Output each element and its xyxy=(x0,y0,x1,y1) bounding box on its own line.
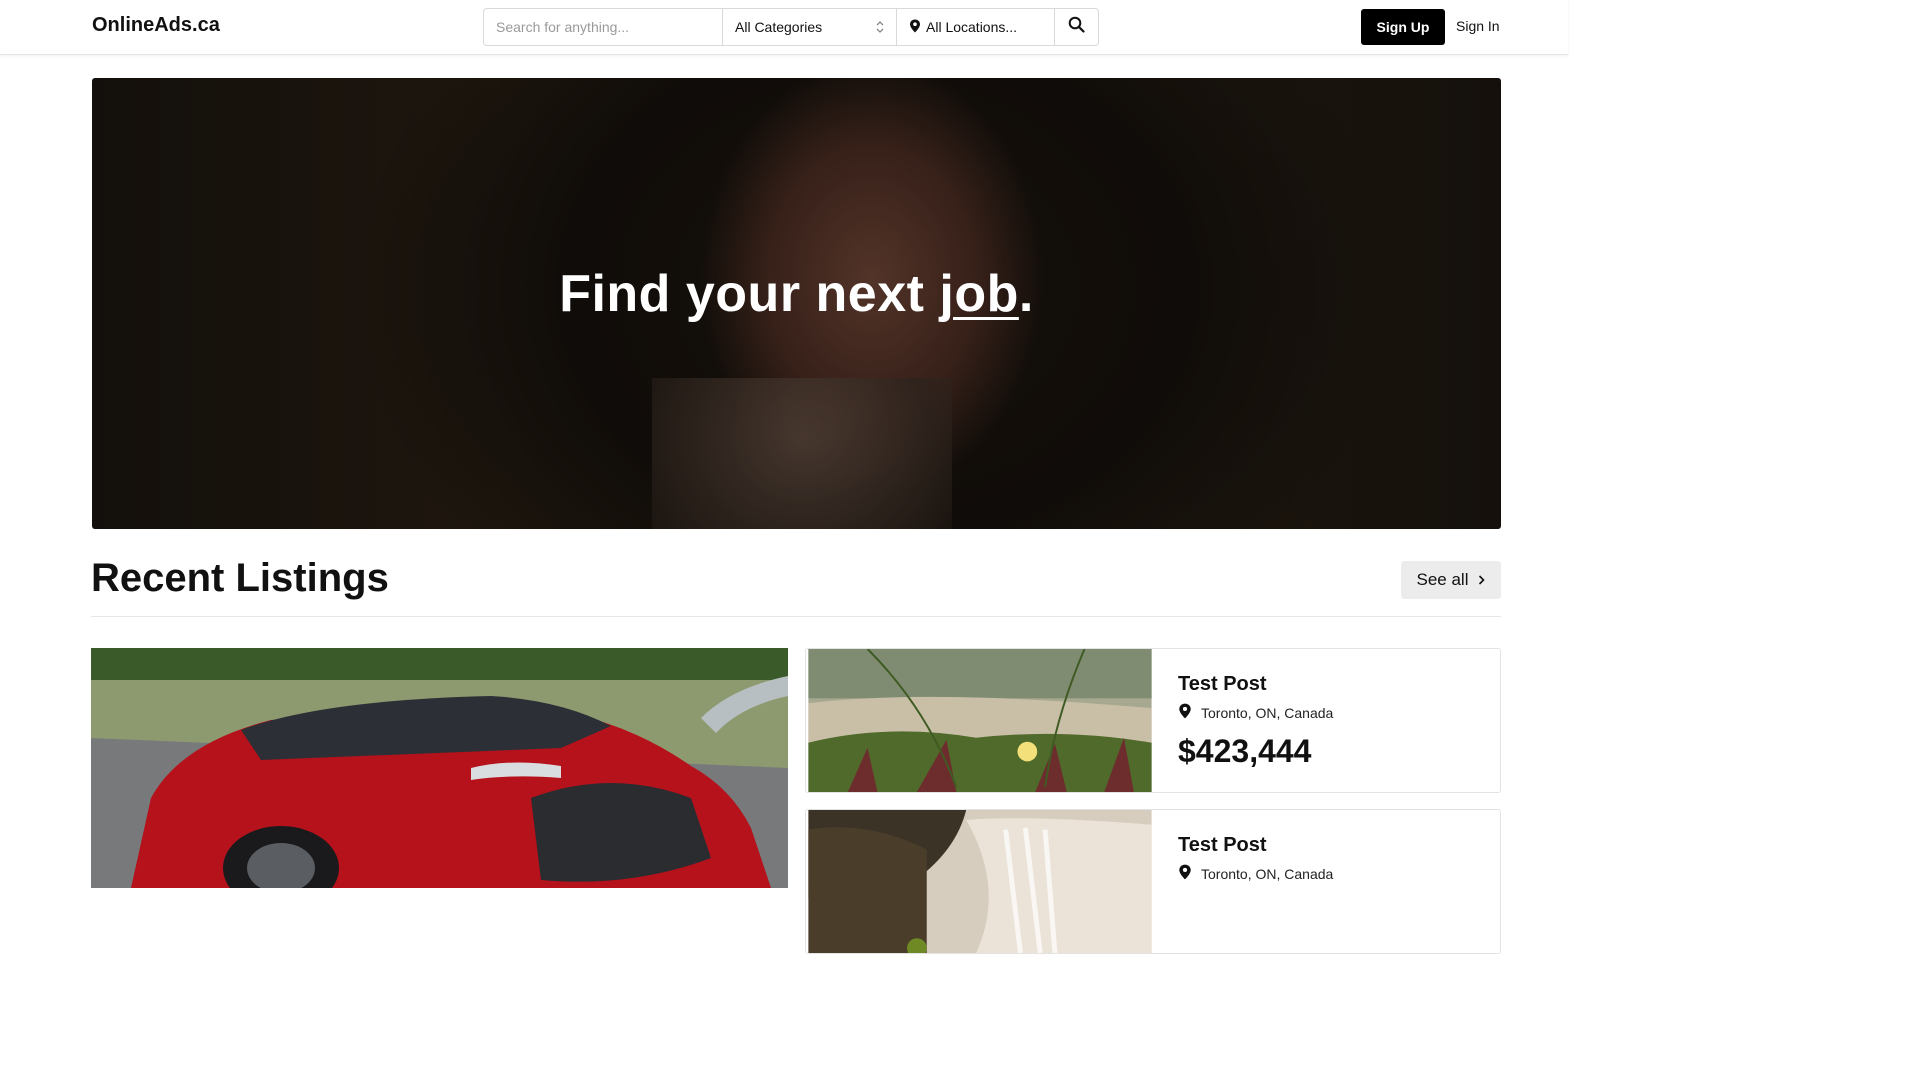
top-nav: OnlineAds.ca All Categories All Location… xyxy=(0,0,1568,55)
listing-location: Toronto, ON, Canada xyxy=(1178,703,1333,722)
location-select[interactable]: All Locations... xyxy=(896,9,1054,45)
chevron-right-icon xyxy=(1478,570,1486,590)
hero-title-prefix: Find your next xyxy=(559,265,940,323)
listing-price: $423,444 xyxy=(1178,733,1312,769)
listing-card[interactable]: Test Post Toronto, ON, Canada $423,444 xyxy=(805,648,1501,793)
featured-listing-card[interactable] xyxy=(91,648,788,888)
listing-location: Toronto, ON, Canada xyxy=(1178,864,1333,883)
featured-listing-image xyxy=(91,648,788,888)
listing-title: Test Post xyxy=(1178,834,1267,856)
listing-location-text: Toronto, ON, Canada xyxy=(1201,704,1334,721)
hero-title-keyword: job xyxy=(939,265,1019,323)
see-all-button[interactable]: See all xyxy=(1401,561,1501,599)
location-select-value: All Locations... xyxy=(926,19,1018,35)
brand-logo[interactable]: OnlineAds.ca xyxy=(92,14,220,37)
hero-banner: Find your next job. xyxy=(92,78,1501,529)
section-divider xyxy=(91,616,1501,617)
recent-listings-heading: Recent Listings xyxy=(91,556,389,600)
search-bar: All Categories All Locations... xyxy=(483,8,1099,46)
listing-thumbnail xyxy=(808,649,1152,792)
listing-location-text: Toronto, ON, Canada xyxy=(1201,865,1334,882)
listing-title: Test Post xyxy=(1178,673,1267,695)
sign-in-link[interactable]: Sign In xyxy=(1456,18,1500,34)
see-all-label: See all xyxy=(1416,570,1469,589)
map-pin-icon xyxy=(1178,864,1192,883)
map-pin-icon xyxy=(909,19,921,36)
search-button[interactable] xyxy=(1054,9,1098,45)
search-icon xyxy=(1068,16,1085,38)
hero-title-suffix: . xyxy=(1018,265,1034,323)
listing-card[interactable]: Test Post Toronto, ON, Canada xyxy=(805,809,1501,954)
sign-up-button[interactable]: Sign Up xyxy=(1361,9,1445,45)
up-down-chevron-icon xyxy=(876,21,884,33)
search-input[interactable] xyxy=(484,9,722,45)
map-pin-icon xyxy=(1178,703,1192,722)
hero-title: Find your next job. xyxy=(92,264,1501,324)
listing-thumbnail xyxy=(808,810,1152,953)
category-select-value: All Categories xyxy=(735,19,823,35)
category-select[interactable]: All Categories xyxy=(722,9,896,45)
